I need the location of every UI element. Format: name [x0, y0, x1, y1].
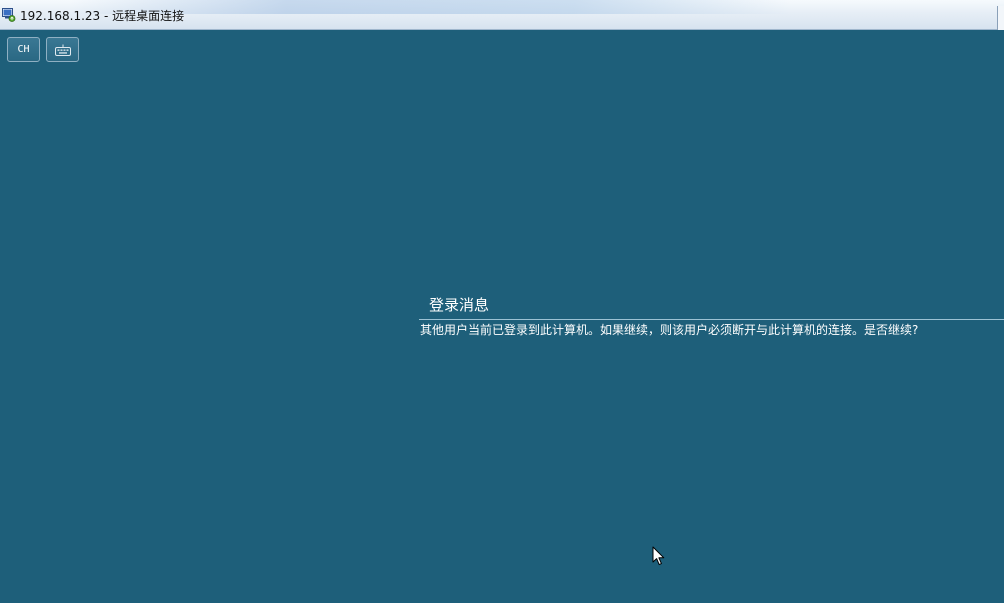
window-right-edge — [997, 6, 1004, 30]
remote-desktop-window: 192.168.1.23 - 远程桌面连接 CH 登录消息 其他用户当前已登录到… — [0, 0, 1004, 603]
language-switch-label: CH — [17, 44, 30, 55]
login-message-title: 登录消息 — [429, 296, 490, 314]
remote-desktop-app-icon — [2, 8, 16, 22]
login-message-body: 其他用户当前已登录到此计算机。如果继续，则该用户必须断开与此计算机的连接。是否继… — [420, 323, 919, 337]
mouse-pointer-icon — [652, 546, 665, 566]
language-switch-button[interactable]: CH — [7, 37, 40, 62]
message-divider — [419, 319, 1004, 320]
keyboard-icon — [54, 44, 71, 56]
window-titlebar[interactable]: 192.168.1.23 - 远程桌面连接 — [0, 0, 1004, 30]
window-title: 192.168.1.23 - 远程桌面连接 — [20, 9, 185, 23]
on-screen-keyboard-button[interactable] — [46, 37, 79, 62]
